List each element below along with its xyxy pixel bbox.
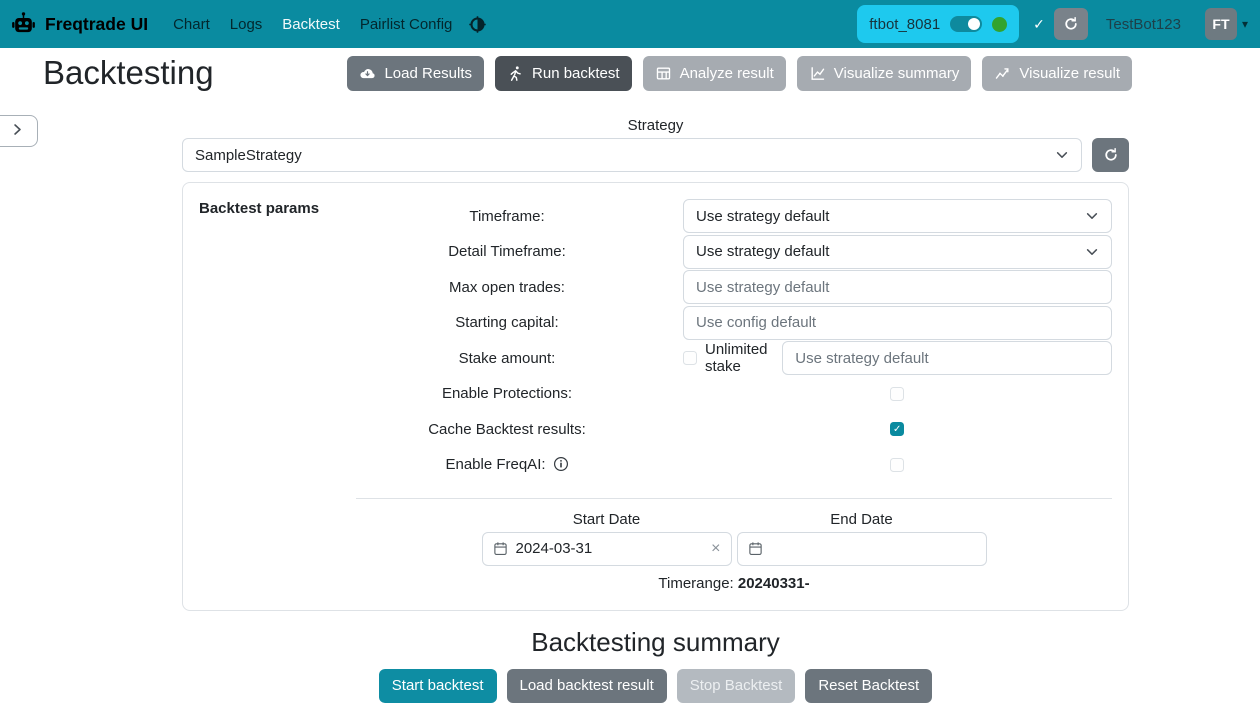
brand-title: Freqtrade UI [45,14,148,35]
cache-backtest-results-row: Cache Backtest results: ✓ [356,412,1112,446]
backtest-params-legend: Backtest params [199,199,356,592]
backtest-params-card: Backtest params Timeframe: Use strategy … [182,182,1129,611]
chevron-down-icon [1055,148,1069,162]
theme-toggle-icon[interactable] [468,15,487,34]
date-labels: Start Date End Date [356,511,1112,528]
bot-selector-badge[interactable]: ftbot_8081 [857,5,1019,43]
backtesting-main: Strategy SampleStrategy Backtest params … [182,117,1129,703]
strategy-selected-value: SampleStrategy [195,147,302,164]
sidebar-expand-button[interactable] [0,115,38,147]
page-header: Backtesting Load Results Run backtest [43,55,1132,91]
timeframe-row: Timeframe: Use strategy default [356,199,1112,233]
summary-buttons: Start backtest Load backtest result Stop… [182,669,1129,703]
starting-capital-label: Starting capital: [356,314,658,331]
enable-protections-checkbox[interactable] [890,387,904,401]
divider [356,498,1112,499]
bot-name: ftbot_8081 [869,16,940,33]
enable-protections-row: Enable Protections: [356,377,1112,411]
end-date-label: End Date [737,511,987,528]
max-open-trades-label: Max open trades: [356,279,658,296]
detail-timeframe-label: Detail Timeframe: [356,243,658,260]
calendar-icon [493,541,508,556]
enable-freqai-checkbox[interactable] [890,458,904,472]
unlimited-stake-checkbox-label[interactable]: Unlimited stake [705,341,782,375]
navbar-refresh-button[interactable] [1054,8,1088,40]
info-icon[interactable] [553,456,569,472]
stake-amount-input[interactable] [782,341,1112,375]
timeframe-label: Timeframe: [356,208,658,225]
end-date-input[interactable] [737,532,987,566]
backtesting-summary-title: Backtesting summary [182,627,1129,658]
header-actions: Load Results Run backtest Analyze result [347,56,1132,91]
date-inputs: 2024-03-31 × [356,532,1112,566]
chevron-right-icon [11,123,24,139]
chevron-down-icon [1085,245,1099,259]
strategy-refresh-button[interactable] [1092,138,1129,172]
chevron-down-icon[interactable]: ▾ [1242,17,1248,31]
table-icon [655,65,672,82]
clear-date-icon[interactable]: × [711,540,720,558]
detail-timeframe-select[interactable]: Use strategy default [683,235,1112,269]
bot-enable-switch[interactable] [950,16,982,32]
runner-icon [507,65,524,82]
cloud-download-icon [359,65,376,82]
line-chart-icon [809,65,826,82]
nav-link-chart[interactable]: Chart [163,8,220,41]
bot-online-dot [992,17,1007,32]
enable-protections-label: Enable Protections: [356,385,658,402]
cache-backtest-results-checkbox[interactable]: ✓ [890,422,904,436]
stake-amount-row: Stake amount: Unlimited stake [356,341,1112,375]
reset-backtest-button[interactable]: Reset Backtest [805,669,932,703]
scatter-chart-icon [994,65,1011,82]
nav-links: Chart Logs Backtest Pairlist Config [163,8,462,41]
page-title: Backtesting [43,55,214,91]
nav-link-backtest[interactable]: Backtest [272,8,350,41]
timerange-value: 20240331- [738,575,810,592]
run-backtest-button[interactable]: Run backtest [495,56,632,91]
stake-amount-label: Stake amount: [356,350,658,367]
start-date-value: 2024-03-31 [516,540,593,557]
start-date-label: Start Date [482,511,732,528]
robot-logo-icon [10,11,37,38]
backtest-params-form: Timeframe: Use strategy default Detail T… [356,199,1112,592]
start-date-input[interactable]: 2024-03-31 × [482,532,732,566]
timerange-label: Timerange: [658,575,737,592]
starting-capital-row: Starting capital: [356,306,1112,340]
visualize-summary-button[interactable]: Visualize summary [797,56,972,91]
enable-freqai-row: Enable FreqAI: [356,448,1112,482]
timerange: Timerange: 20240331- [356,575,1112,592]
check-icon: ✓ [1033,16,1045,33]
bot-label: TestBot123 [1106,16,1181,33]
nav-link-logs[interactable]: Logs [220,8,273,41]
timeframe-select[interactable]: Use strategy default [683,199,1112,233]
enable-freqai-label: Enable FreqAI: [445,456,545,473]
detail-timeframe-row: Detail Timeframe: Use strategy default [356,235,1112,269]
nav-link-pairlist-config[interactable]: Pairlist Config [350,8,463,41]
navbar: Freqtrade UI Chart Logs Backtest Pairlis… [0,0,1260,48]
avatar[interactable]: FT [1205,8,1237,40]
navbar-right: ftbot_8081 ✓ TestBot123 FT ▾ [857,5,1248,43]
starting-capital-input[interactable] [683,306,1112,340]
load-backtest-result-button[interactable]: Load backtest result [507,669,667,703]
start-backtest-button[interactable]: Start backtest [379,669,497,703]
load-results-button[interactable]: Load Results [347,56,484,91]
calendar-icon [748,541,763,556]
strategy-label: Strategy [182,117,1129,134]
max-open-trades-input[interactable] [683,270,1112,304]
cache-backtest-results-label: Cache Backtest results: [356,421,658,438]
stop-backtest-button[interactable]: Stop Backtest [677,669,796,703]
brand[interactable]: Freqtrade UI [10,11,148,38]
strategy-row: SampleStrategy [182,138,1129,172]
max-open-trades-row: Max open trades: [356,270,1112,304]
unlimited-stake-checkbox[interactable] [683,351,697,365]
visualize-result-button[interactable]: Visualize result [982,56,1132,91]
chevron-down-icon [1085,209,1099,223]
analyze-result-button[interactable]: Analyze result [643,56,786,91]
strategy-select[interactable]: SampleStrategy [182,138,1082,172]
